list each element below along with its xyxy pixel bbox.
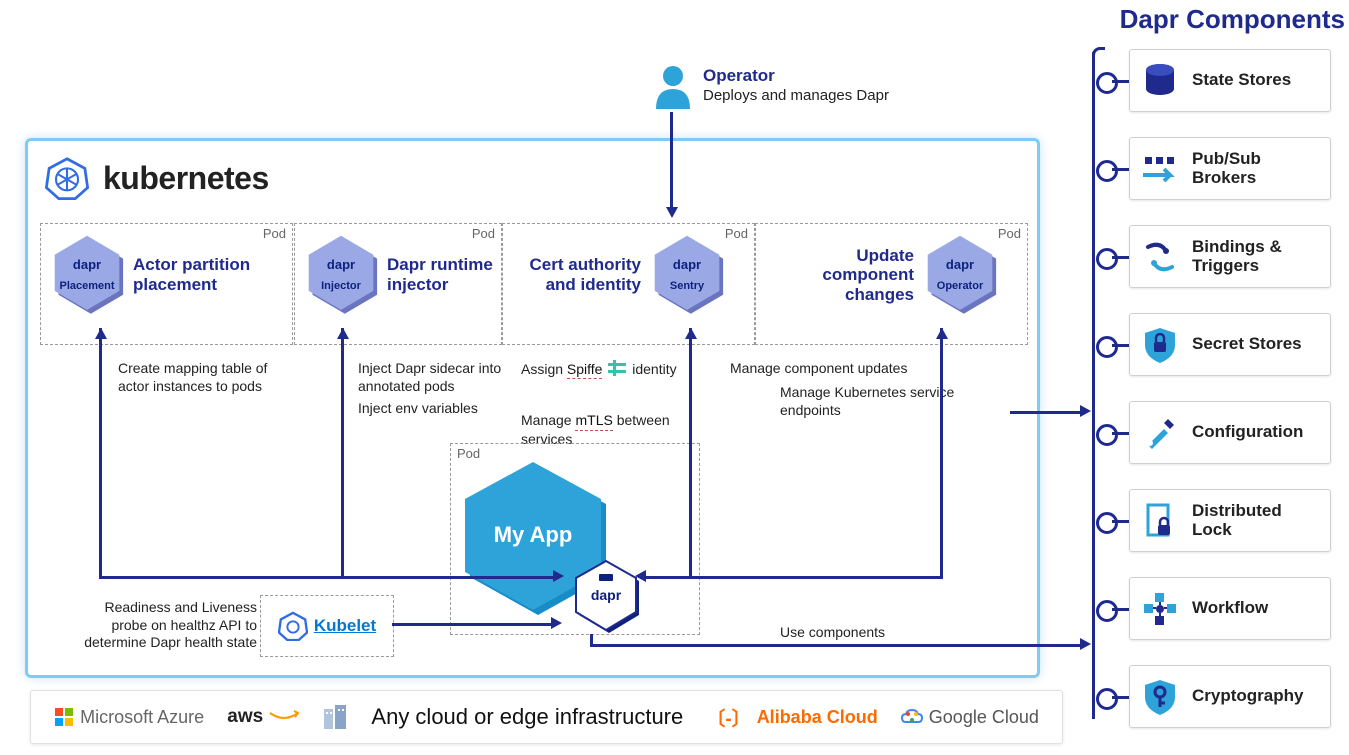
kubelet-label: Kubelet	[314, 616, 376, 636]
pod-operator-text: Update component changes	[764, 246, 914, 305]
aws-icon	[269, 710, 299, 724]
components-heading: Dapr Components	[1085, 4, 1345, 35]
bus-connector-icon	[1096, 688, 1118, 710]
desc-injector-2: Inject env variables	[358, 400, 518, 418]
logo-azure: Microsoft Azure	[54, 707, 204, 728]
pod-label: Pod	[263, 226, 286, 241]
logo-buildings	[322, 703, 348, 731]
bus-connector-icon	[1096, 600, 1118, 622]
database-icon	[1140, 61, 1180, 101]
kubernetes-title-label: kubernetes	[103, 160, 269, 197]
component-label: Bindings & Triggers	[1192, 238, 1320, 275]
bus-connector-icon	[1096, 160, 1118, 182]
pod-sentry: Pod Cert authority and identity dapr Sen…	[502, 223, 755, 345]
pod-placement-text: Actor partition placement	[133, 255, 284, 294]
component-secrets: Secret Stores	[1129, 313, 1331, 376]
desc-use-components: Use components	[780, 624, 885, 642]
pod-label: Pod	[725, 226, 748, 241]
shield-lock-icon	[1140, 325, 1180, 365]
bus-connector-icon	[1096, 512, 1118, 534]
desc-placement: Create mapping table of actor instances …	[118, 360, 298, 395]
dapr-sidecar-hex-icon: dapr	[571, 559, 641, 642]
pod-kubelet: Kubelet	[260, 595, 394, 657]
operator-name: Operator	[703, 66, 775, 85]
workflow-icon	[1140, 589, 1180, 629]
operator-block: Operator Deploys and manages Dapr	[653, 65, 889, 109]
desc-injector-1: Inject Dapr sidecar into annotated pods	[358, 360, 508, 395]
pod-label: Pod	[472, 226, 495, 241]
component-bindings: Bindings & Triggers	[1129, 225, 1331, 288]
dapr-sentry-hex-icon: dapr Sentry	[649, 232, 725, 318]
operator-desc: Deploys and manages Dapr	[703, 87, 889, 104]
buildings-icon	[322, 703, 348, 731]
shield-key-icon	[1140, 677, 1180, 717]
bus-connector-icon	[1096, 424, 1118, 446]
desc-operator-1: Manage component updates	[730, 360, 940, 378]
component-label: Pub/Sub Brokers	[1192, 150, 1320, 187]
pod-injector: Pod dapr Injector Dapr runtime injector	[294, 223, 502, 345]
dapr-placement-hex-icon: dapr Placement	[49, 232, 125, 318]
cloud-bar-center: Any cloud or edge infrastructure	[371, 704, 683, 730]
pod-app: Pod My App dapr	[450, 443, 700, 635]
component-pubsub: Pub/Sub Brokers	[1129, 137, 1331, 200]
logo-aws: aws	[227, 706, 299, 728]
bus-connector-icon	[1096, 248, 1118, 270]
pod-placement: Pod dapr Placement Actor partition place…	[40, 223, 293, 345]
logo-google: Google Cloud	[901, 707, 1039, 728]
lock-icon	[1140, 501, 1180, 541]
desc-kubelet: Readiness and Liveness probe on healthz …	[72, 599, 257, 652]
component-label: State Stores	[1192, 71, 1291, 90]
pubsub-icon	[1140, 149, 1180, 189]
component-label: Secret Stores	[1192, 335, 1302, 354]
pod-sentry-text: Cert authority and identity	[511, 255, 641, 294]
component-label: Cryptography	[1192, 687, 1303, 706]
desc-operator-2: Manage Kubernetes service endpoints	[780, 384, 1000, 419]
cloud-bar: Microsoft Azure aws Any cloud or edge in…	[30, 690, 1063, 744]
component-label: Distributed Lock	[1192, 502, 1320, 539]
bus-connector-icon	[1096, 336, 1118, 358]
bindings-icon	[1140, 237, 1180, 277]
component-label: Configuration	[1192, 423, 1303, 442]
component-configuration: Configuration	[1129, 401, 1331, 464]
dapr-operator-hex-icon: dapr Operator	[922, 232, 998, 318]
logo-alibaba: 〔-〕 Alibaba Cloud	[706, 704, 877, 731]
components-bus-line	[1092, 52, 1095, 719]
pod-label: Pod	[998, 226, 1021, 241]
component-lock: Distributed Lock	[1129, 489, 1331, 552]
component-state-stores: State Stores	[1129, 49, 1331, 112]
component-label: Workflow	[1192, 599, 1268, 618]
kubernetes-icon	[45, 156, 89, 200]
pod-operator: Pod Update component changes dapr Operat…	[755, 223, 1028, 345]
google-cloud-icon	[901, 708, 923, 726]
spiffe-icon	[608, 360, 626, 376]
pod-injector-text: Dapr runtime injector	[387, 255, 493, 294]
kubernetes-title: kubernetes	[45, 156, 269, 200]
bus-connector-icon	[1096, 72, 1118, 94]
component-workflow: Workflow	[1129, 577, 1331, 640]
azure-icon	[54, 707, 74, 727]
kubelet-icon	[278, 611, 308, 641]
app-name: My App	[458, 522, 608, 548]
person-icon	[653, 65, 693, 109]
tools-icon	[1140, 413, 1180, 453]
component-cryptography: Cryptography	[1129, 665, 1331, 728]
dapr-injector-hex-icon: dapr Injector	[303, 232, 379, 318]
